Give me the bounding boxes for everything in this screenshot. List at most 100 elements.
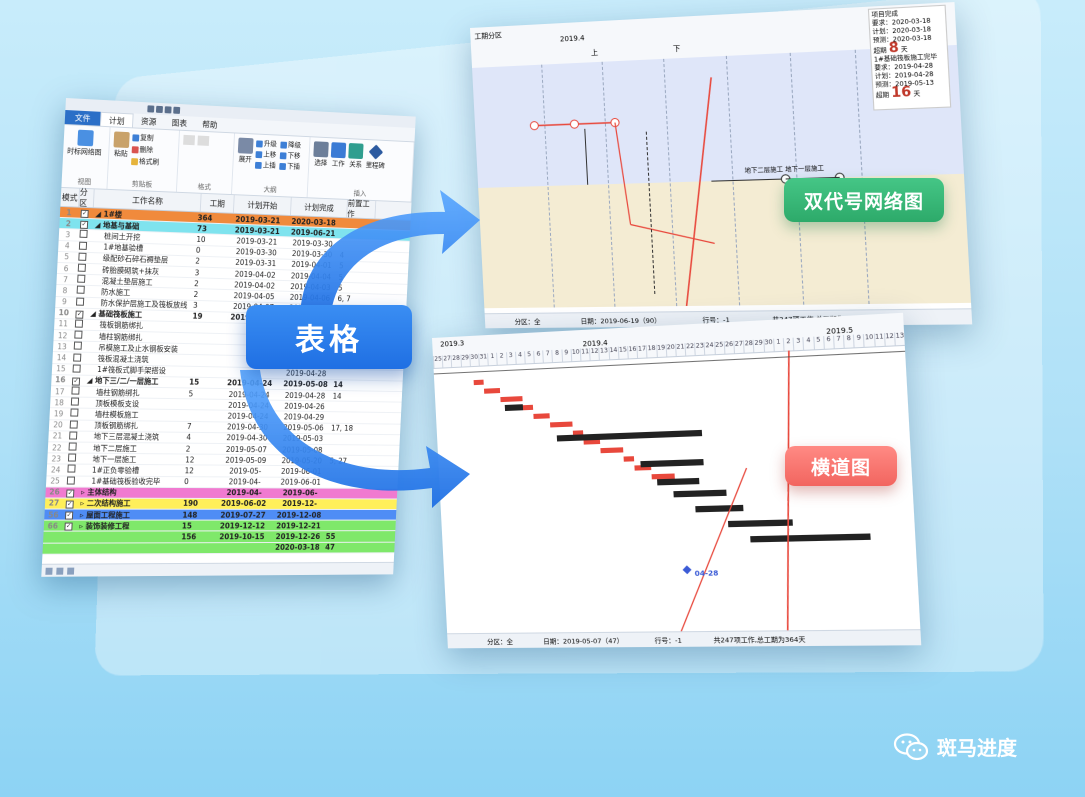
table-badge: 表格 (246, 305, 412, 369)
grid-view-icon[interactable] (45, 567, 53, 575)
delete-button[interactable]: 删除 (131, 144, 171, 156)
row-checkbox[interactable] (73, 341, 82, 351)
cell-check (67, 408, 81, 419)
gantt-critical-bar (549, 421, 573, 428)
cell-check (67, 420, 81, 430)
row-checkbox[interactable] (72, 364, 81, 373)
upgrade-button[interactable]: 升级 (256, 138, 280, 149)
gantt-today-line (773, 351, 804, 632)
cell-name: 地下一层施工 (92, 454, 137, 464)
row-checkbox[interactable] (69, 420, 78, 429)
cell-dur: 0 (183, 477, 189, 487)
row-checkbox[interactable] (65, 500, 74, 509)
menu-item[interactable]: 文件 (64, 109, 101, 126)
column-header[interactable]: 分区 (79, 188, 95, 208)
row-checkbox[interactable] (76, 285, 85, 295)
menu-item[interactable]: 图表 (164, 115, 195, 130)
row-checkbox[interactable] (64, 511, 74, 520)
row-checkbox[interactable] (78, 241, 88, 250)
row-checkbox[interactable] (73, 353, 82, 362)
row-checkbox[interactable] (74, 330, 83, 339)
row-checkbox[interactable] (70, 397, 80, 406)
gantt-view-icon[interactable] (56, 567, 64, 575)
expand-button[interactable]: 展开 (237, 137, 254, 170)
table-row[interactable]: 66 ▹ 装饰装修工程 15 2019-12-12 2019-12-21 (43, 520, 396, 533)
print-icon[interactable] (173, 106, 181, 114)
cell-n: 12 (57, 330, 68, 341)
row-checkbox[interactable] (66, 489, 75, 498)
copy-button[interactable]: 复制 (132, 132, 171, 144)
cell-n: 8 (62, 286, 68, 296)
table-row[interactable]: 2020-03-18 47 (42, 542, 395, 555)
color-icon[interactable] (197, 135, 210, 146)
row-checkbox[interactable] (71, 377, 81, 386)
row-checkbox[interactable] (75, 310, 84, 319)
cell-n: 10 (58, 308, 70, 318)
day-tick: 10 (863, 333, 875, 347)
row-checkbox[interactable] (69, 431, 78, 440)
cell-dur: 3 (194, 267, 200, 277)
app-icon (147, 104, 155, 113)
save-icon[interactable] (155, 105, 164, 113)
format-painter-button[interactable]: 格式刷 (131, 156, 170, 168)
day-tick: 22 (684, 342, 695, 356)
work-button[interactable]: 工作 (331, 142, 347, 169)
view-button[interactable]: 时标网络图 (67, 129, 103, 158)
cell-dur: 73 (196, 223, 208, 234)
cell-n: 27 (48, 498, 60, 509)
downgrade-button[interactable]: 降级 (280, 140, 304, 151)
day-tick: 12 (883, 332, 895, 346)
milestone-button[interactable]: 里程碑 (365, 144, 385, 171)
info-task-unit: 天 (913, 90, 921, 99)
move-down-label: 下移 (287, 151, 301, 161)
row-checkbox[interactable] (78, 252, 87, 261)
cell-check (76, 230, 90, 240)
network-view-small-icon[interactable] (67, 567, 75, 575)
cell-dur: 15 (181, 521, 193, 531)
menu-item[interactable]: 帮助 (194, 117, 225, 132)
font-icon[interactable] (182, 134, 195, 146)
row-checkbox[interactable] (74, 319, 84, 328)
cell-dur: 5 (188, 389, 194, 398)
cell-n: 66 (47, 521, 59, 531)
view-button-label: 时标网络图 (66, 147, 102, 157)
move-up-button[interactable]: 上移 (255, 149, 280, 160)
undo-icon[interactable] (164, 105, 172, 113)
insert-above-button[interactable]: 上插 (255, 160, 279, 171)
cell-name: 顶板钢筋绑扎 (94, 420, 139, 431)
cell-dur: 148 (182, 510, 198, 520)
row-checkbox[interactable] (70, 408, 79, 418)
day-tick: 21 (674, 343, 686, 357)
row-checkbox[interactable] (67, 464, 76, 473)
info-task-delay-value: 16 (890, 84, 912, 102)
row-checkbox[interactable] (64, 522, 73, 531)
menu-item[interactable]: 计划 (99, 111, 134, 128)
select-button[interactable]: 选择 (313, 141, 330, 168)
gantt-critical-bar (500, 396, 523, 403)
row-checkbox[interactable] (79, 220, 89, 230)
cell-n: 20 (53, 420, 63, 430)
row-checkbox[interactable] (67, 453, 77, 462)
row-checkbox[interactable] (80, 209, 89, 219)
row-checkbox[interactable] (77, 263, 86, 272)
paste-button[interactable]: 粘贴 (113, 131, 130, 165)
gantt-task-bar (673, 489, 727, 498)
network-task-label: 地下二层施工 (744, 166, 784, 175)
relation-button[interactable]: 关系 (348, 143, 364, 170)
row-checkbox[interactable] (75, 297, 85, 306)
column-header[interactable]: 模式 (60, 187, 81, 207)
row-checkbox[interactable] (77, 274, 86, 284)
row-checkbox[interactable] (68, 442, 77, 451)
row-checkbox[interactable] (79, 230, 88, 239)
cell-check (71, 341, 85, 352)
insert-below-button[interactable]: 下插 (279, 161, 303, 172)
gantt-status-zone: 分区：全 (486, 637, 514, 647)
cell-check (78, 208, 92, 219)
row-checkbox[interactable] (71, 386, 80, 395)
cell-check (74, 285, 88, 296)
row-checkbox[interactable] (66, 476, 76, 485)
menu-item[interactable]: 资源 (133, 114, 165, 129)
move-down-button[interactable]: 下移 (279, 150, 304, 161)
ribbon-group-outline: 展开 升级 降级 上移 下移 上插 下插 大纲 (232, 133, 311, 198)
cell-dur: 364 (197, 212, 213, 223)
